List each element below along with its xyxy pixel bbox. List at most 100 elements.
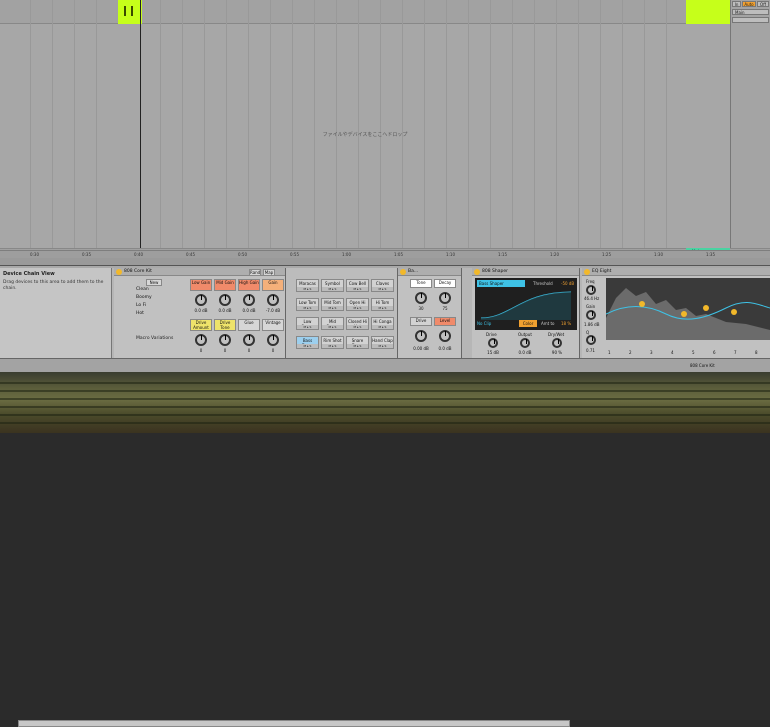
drum-pad[interactable]: Cow Bell M ▸ S <box>346 279 369 292</box>
macro-value: 0.0 dB <box>194 308 208 313</box>
playhead[interactable] <box>140 0 141 258</box>
band-toggle[interactable]: 4 <box>671 350 674 355</box>
map-button[interactable]: Map <box>263 269 275 276</box>
decay-knob[interactable] <box>439 292 451 304</box>
eq-title: EQ Eight <box>592 269 612 274</box>
pad-controls[interactable]: M ▸ S <box>372 344 393 348</box>
eq-display[interactable] <box>605 278 770 340</box>
drum-pad[interactable]: Hi Tom M ▸ S <box>371 298 394 311</box>
audio-clip[interactable] <box>686 0 730 24</box>
drum-pad[interactable]: Low CongaM ▸ S <box>296 317 319 330</box>
band-toggle[interactable]: 1 <box>608 350 611 355</box>
time-ruler[interactable]: 0:30 0:35 0:40 0:45 0:50 0:55 1:00 1:05 … <box>0 250 770 258</box>
pad-controls[interactable]: M ▸ S <box>372 306 393 310</box>
bass-header[interactable]: Ba... <box>398 268 461 276</box>
shaper-preset-select[interactable]: Bass Shaper <box>477 280 525 287</box>
eq-header[interactable]: EQ Eight <box>582 268 770 276</box>
arrangement-header-lane[interactable] <box>0 0 730 24</box>
power-icon[interactable] <box>400 269 406 275</box>
macro-knob[interactable] <box>267 334 279 346</box>
drum-pad[interactable]: Symbol M ▸ S <box>321 279 344 292</box>
new-variation-button[interactable]: New <box>146 279 162 286</box>
variation-item[interactable]: Lo Fi <box>124 303 186 311</box>
pad-controls[interactable]: M ▸ S <box>347 325 368 329</box>
output-sub-select[interactable] <box>732 17 769 23</box>
drum-pad[interactable]: Mid CongaM ▸ S <box>321 317 344 330</box>
shaper-display[interactable]: Bass Shaper Threshold -50 dB No Clip Col… <box>475 278 577 330</box>
drum-pad[interactable]: Claves M ▸ S <box>371 279 394 292</box>
shaper-device[interactable]: 808 Shaper Bass Shaper Threshold -50 dB … <box>472 268 580 358</box>
tone-knob[interactable] <box>415 292 427 304</box>
output-select[interactable]: Main <box>732 9 769 15</box>
drum-pad[interactable]: Hand Clap M ▸ S <box>371 336 394 349</box>
output-knob[interactable] <box>520 338 530 348</box>
drum-pad[interactable]: Low Tom M ▸ S <box>296 298 319 311</box>
macro-knob[interactable] <box>243 334 255 346</box>
monitor-in-button[interactable]: In <box>732 1 741 7</box>
drywet-knob[interactable] <box>552 338 562 348</box>
macro-knob[interactable] <box>267 294 279 306</box>
power-icon[interactable] <box>474 269 480 275</box>
pad-controls[interactable]: M ▸ S <box>297 344 318 348</box>
drum-pad[interactable]: Mid Tom M ▸ S <box>321 298 344 311</box>
variation-item[interactable]: Clean <box>124 287 186 295</box>
band-toggle[interactable]: 6 <box>713 350 716 355</box>
macro-knob[interactable] <box>195 294 207 306</box>
drum-pad[interactable]: Closed Hi HatM ▸ S <box>346 317 369 330</box>
drum-pad[interactable]: Open Hi HatM ▸ S <box>346 298 369 311</box>
bass-device[interactable]: Ba... Tone Decay 30 75 Drive Level 0.00 … <box>398 268 462 358</box>
drum-pad[interactable]: Maracas M ▸ S <box>296 279 319 292</box>
no-clip-toggle[interactable]: No Clip <box>477 321 491 326</box>
track-io-panel: In Auto Off Main <box>730 0 770 258</box>
pad-controls[interactable]: M ▸ S <box>347 344 368 348</box>
power-icon[interactable] <box>584 269 590 275</box>
band-toggle[interactable]: 5 <box>692 350 695 355</box>
drive-knob[interactable] <box>415 330 427 342</box>
pad-controls[interactable]: M ▸ S <box>322 306 343 310</box>
monitor-off-button[interactable]: Off <box>757 1 769 7</box>
pad-controls[interactable]: M ▸ S <box>372 325 393 329</box>
band-toggle[interactable]: 2 <box>629 350 632 355</box>
audio-clip[interactable] <box>118 0 142 24</box>
pad-controls[interactable]: M ▸ S <box>297 287 318 291</box>
pad-controls[interactable]: M ▸ S <box>372 287 393 291</box>
power-icon[interactable] <box>116 269 122 275</box>
level-knob[interactable] <box>439 330 451 342</box>
pad-controls[interactable]: M ▸ S <box>322 344 343 348</box>
drive-knob[interactable] <box>488 338 498 348</box>
drum-pad[interactable]: Hi Conga M ▸ S <box>371 317 394 330</box>
macro-knob[interactable] <box>195 334 207 346</box>
arrangement-view[interactable]: ファイルやデバイスをここへドロップ <box>0 0 730 258</box>
band-toggle[interactable]: 3 <box>650 350 653 355</box>
macro-knob[interactable] <box>243 294 255 306</box>
band-toggle[interactable]: 8 <box>755 350 758 355</box>
drum-rack-device[interactable]: 808 Core Kit Rand Map New Clean Boomy Lo… <box>114 268 286 358</box>
drum-pad[interactable]: Rim Shot M ▸ S <box>321 336 344 349</box>
divider-bar[interactable] <box>0 258 770 266</box>
pad-controls[interactable]: M ▸ S <box>322 287 343 291</box>
band-toggle[interactable]: 7 <box>734 350 737 355</box>
drum-pad-selected[interactable]: Bass DrumM ▸ S <box>296 336 319 349</box>
pad-controls[interactable]: M ▸ S <box>322 325 343 329</box>
threshold-value[interactable]: -50 dB <box>561 281 574 286</box>
macro-knob[interactable] <box>219 294 231 306</box>
selected-track-label[interactable]: 808 Core Kit <box>690 363 715 368</box>
macro-knob[interactable] <box>219 334 231 346</box>
variation-item[interactable]: Hot <box>124 311 186 319</box>
pad-controls[interactable]: M ▸ S <box>297 325 318 329</box>
pad-controls[interactable]: M ▸ S <box>347 287 368 291</box>
q-knob[interactable] <box>586 335 596 345</box>
amt-value[interactable]: 18 % <box>561 321 571 326</box>
gain-knob[interactable] <box>586 310 596 320</box>
eq-eight-device[interactable]: EQ Eight Freq 46.4 Hz Gain 1.86 dB Q 0.7… <box>582 268 770 358</box>
shaper-header[interactable]: 808 Shaper <box>472 268 579 276</box>
horizontal-scrollbar[interactable] <box>18 720 570 727</box>
pad-controls[interactable]: M ▸ S <box>347 306 368 310</box>
monitor-auto-button[interactable]: Auto <box>742 1 756 7</box>
pad-controls[interactable]: M ▸ S <box>297 306 318 310</box>
drum-pad[interactable]: Snare DrumM ▸ S <box>346 336 369 349</box>
rand-button[interactable]: Rand <box>249 269 261 276</box>
variation-item[interactable]: Boomy <box>124 295 186 303</box>
freq-knob[interactable] <box>586 285 596 295</box>
color-toggle[interactable]: Color <box>519 320 537 327</box>
